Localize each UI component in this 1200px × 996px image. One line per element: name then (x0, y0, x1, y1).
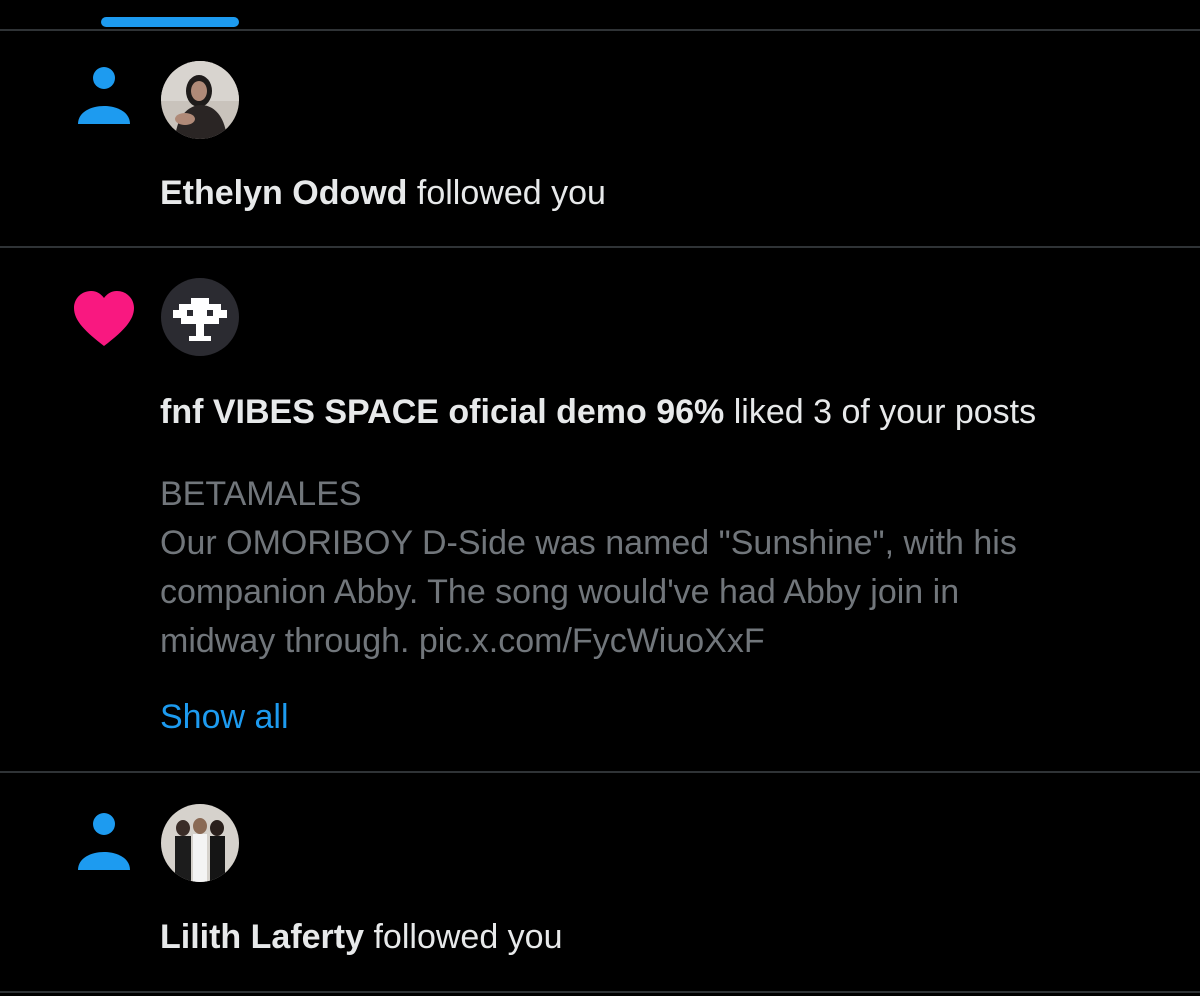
divider (0, 991, 1200, 993)
divider (0, 29, 1200, 31)
person-icon (78, 813, 130, 870)
action-text: followed you (407, 174, 606, 212)
notification-text: fnf VIBES SPACE oficial demo 96% liked 3… (160, 392, 1036, 432)
post-line: companion Abby. The song would've had Ab… (160, 573, 960, 611)
heart-icon (74, 291, 134, 346)
post-line: midway through. pic.x.com/FycWiuoXxF (160, 622, 765, 660)
avatar[interactable] (161, 278, 239, 356)
show-all-link[interactable]: Show all (160, 695, 289, 739)
divider (0, 771, 1200, 773)
action-text: liked 3 of your posts (724, 393, 1037, 431)
avatar[interactable] (161, 61, 239, 139)
action-text: followed you (364, 918, 563, 956)
user-name[interactable]: fnf VIBES SPACE oficial demo 96% (160, 393, 724, 431)
avatar[interactable] (161, 804, 239, 882)
notification-text: Ethelyn Odowd followed you (160, 173, 606, 213)
person-icon (78, 67, 130, 124)
divider (0, 246, 1200, 248)
user-name[interactable]: Ethelyn Odowd (160, 174, 407, 212)
post-line: Our OMORIBOY D-Side was named "Sunshine"… (160, 524, 1017, 562)
notification-text: Lilith Laferty followed you (160, 917, 563, 957)
post-line: BETAMALES (160, 475, 362, 513)
post-preview[interactable]: BETAMALES Our OMORIBOY D-Side was named … (160, 470, 1140, 666)
active-tab-indicator (101, 17, 239, 27)
user-name[interactable]: Lilith Laferty (160, 918, 364, 956)
